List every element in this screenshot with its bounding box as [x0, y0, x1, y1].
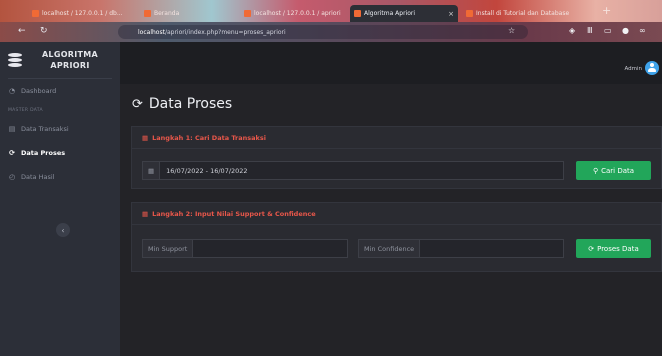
table-icon: ▦ — [142, 133, 149, 142]
browser-toolbar: ← ↻ localhost /apriori/index.php?menu=pr… — [0, 22, 662, 42]
step2-heading: ▦ Langkah 2: Input Nilai Support & Confi… — [132, 203, 661, 225]
tab-favicon-icon — [466, 10, 473, 17]
user-icon — [647, 63, 657, 73]
tab-favicon-icon — [144, 10, 151, 17]
dashboard-icon: ◔ — [8, 87, 16, 95]
tab-favicon-icon — [354, 10, 361, 17]
sidebar-item-data-transaksi[interactable]: ▤ Data Transaksi — [0, 117, 120, 141]
sidebar-item-dashboard[interactable]: ◔ Dashboard — [0, 79, 120, 103]
browser-tab-bar: localhost / 127.0.0.1 / db... Beranda lo… — [0, 0, 662, 22]
account-icon[interactable]: ● — [622, 26, 629, 35]
page-title: ⟳ Data Proses — [132, 96, 233, 112]
sidebar-item-data-hasil[interactable]: ◴ Data Hasil — [0, 165, 120, 189]
main-content: ⟳ Data Proses ▦ Langkah 1: Cari Data Tra… — [120, 84, 662, 356]
date-range-input[interactable]: 16/07/2022 - 16/07/2022 — [160, 162, 563, 179]
tab-favicon-icon — [32, 10, 39, 17]
sync-icon: ⟳ — [132, 96, 143, 112]
brand[interactable]: ALGORITMA APRIORI — [0, 42, 120, 78]
browser-tab[interactable]: localhost / 127.0.0.1 / db... — [28, 5, 128, 22]
top-navbar: Admin — [120, 42, 662, 84]
brand-title: ALGORITMA APRIORI — [41, 50, 99, 70]
sidebar-section-heading: MASTER DATA — [8, 107, 43, 113]
user-name[interactable]: Admin — [624, 66, 642, 72]
min-confidence-label: Min Confidence — [359, 240, 421, 257]
search-data-button[interactable]: ⚲ Cari Data — [576, 161, 651, 180]
process-data-button[interactable]: ⟳ Proses Data — [576, 239, 651, 258]
step1-card: ▦ Langkah 1: Cari Data Transaksi ▦ 16/07… — [131, 126, 662, 189]
new-tab-icon[interactable]: + — [602, 4, 611, 17]
min-support-input[interactable] — [193, 240, 347, 257]
min-confidence-group: Min Confidence — [358, 239, 564, 258]
step2-card: ▦ Langkah 2: Input Nilai Support & Confi… — [131, 202, 662, 272]
browser-tab[interactable]: Install di Tutorial dan Database — [462, 5, 572, 22]
table-icon: ▦ — [142, 209, 149, 218]
avatar[interactable] — [645, 61, 659, 75]
browser-tab[interactable]: Beranda — [140, 5, 230, 22]
sync-icon: ⟳ — [9, 149, 15, 157]
sync-icon: ⟳ — [588, 244, 595, 253]
sidebar-item-data-proses[interactable]: ⟳ Data Proses — [0, 141, 120, 165]
min-confidence-input[interactable] — [420, 240, 563, 257]
calendar-icon: ▦ — [143, 162, 161, 179]
date-range-group: ▦ 16/07/2022 - 16/07/2022 — [142, 161, 564, 180]
chevron-left-icon: ‹ — [61, 225, 65, 235]
browser-tab-active[interactable]: Algoritma Apriori × — [350, 5, 458, 22]
back-icon[interactable]: ← — [18, 26, 26, 36]
url-bar[interactable]: localhost /apriori/index.php?menu=proses… — [118, 25, 528, 39]
database-icon — [8, 52, 22, 68]
min-support-label: Min Support — [143, 240, 194, 257]
extensions-icon[interactable]: ∞ — [639, 26, 646, 35]
sidebar: ALGORITMA APRIORI ◔ Dashboard MASTER DAT… — [0, 42, 120, 356]
min-support-group: Min Support — [142, 239, 348, 258]
library-icon[interactable]: Ⅲ — [587, 26, 593, 35]
shield-icon[interactable]: ◈ — [569, 26, 575, 35]
reload-icon[interactable]: ↻ — [40, 26, 48, 36]
chart-icon: ◴ — [8, 173, 16, 181]
close-tab-icon[interactable]: × — [448, 10, 454, 18]
tab-favicon-icon — [244, 10, 251, 17]
table-icon: ▤ — [8, 125, 16, 133]
step1-heading: ▦ Langkah 1: Cari Data Transaksi — [132, 127, 661, 149]
sidebar-collapse-button[interactable]: ‹ — [56, 223, 70, 237]
bookmark-star-icon[interactable]: ☆ — [508, 26, 515, 35]
sidebar-toggle-icon[interactable]: ▭ — [604, 26, 612, 35]
browser-tab[interactable]: localhost / 127.0.0.1 / apriori — [240, 5, 345, 22]
search-icon: ⚲ — [592, 166, 599, 175]
